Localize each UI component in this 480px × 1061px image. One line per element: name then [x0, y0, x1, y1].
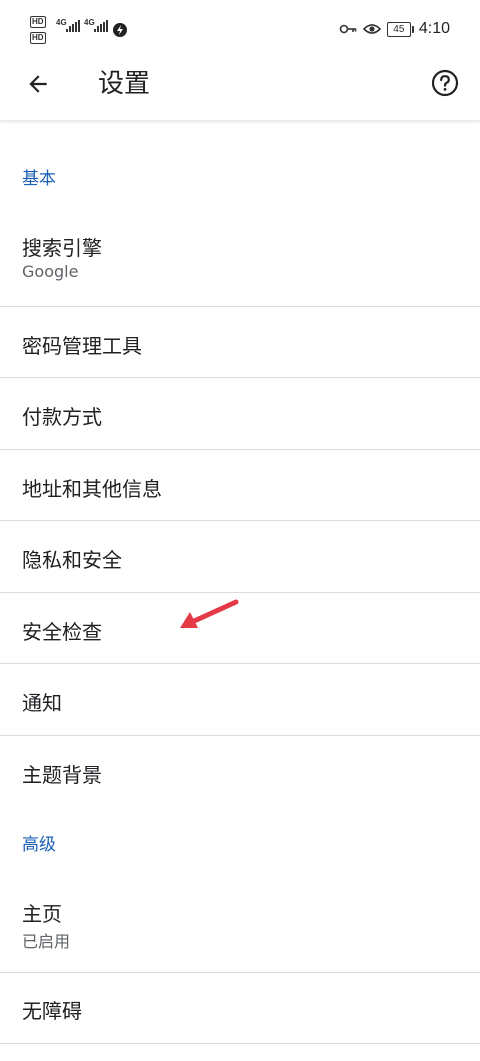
settings-item-title: 无障碍 [22, 999, 82, 1023]
arrow-back-icon [29, 75, 47, 93]
settings-item-homepage[interactable]: 主页 已启用 [0, 876, 480, 973]
settings-item-title: 主页 [22, 902, 62, 926]
help-circle-icon [431, 69, 459, 97]
settings-item-safety-check[interactable]: 安全检查 [0, 593, 480, 664]
settings-item-title: 通知 [22, 691, 62, 715]
settings-item-password-manager[interactable]: 密码管理工具 [0, 307, 480, 378]
section-header-advanced: 高级 [22, 835, 56, 855]
red-arrow-annotation [180, 599, 239, 628]
settings-item-title: 主题背景 [22, 763, 102, 787]
settings-item-title: 密码管理工具 [22, 334, 142, 358]
help-button[interactable] [428, 66, 462, 100]
vpn-key-icon [339, 24, 357, 34]
settings-item-summary: Google [22, 262, 79, 281]
settings-item-title: 隐私和安全 [22, 548, 122, 572]
settings-item-theme[interactable]: 主题背景 [0, 736, 480, 808]
hd-badge-2: HD [30, 32, 46, 44]
settings-item-privacy-security[interactable]: 隐私和安全 [0, 521, 480, 593]
settings-item-title: 付款方式 [22, 405, 102, 429]
settings-item-summary: 已启用 [22, 932, 71, 951]
eye-comfort-icon [362, 24, 381, 34]
app-bar: 设置 [0, 60, 480, 120]
settings-item-accessibility[interactable]: 无障碍 [0, 973, 480, 1044]
settings-item-search-engine[interactable]: 搜索引擎 Google [0, 210, 480, 307]
battery-icon: 45 [386, 21, 414, 37]
page-title: 设置 [98, 69, 151, 99]
signal-icon-2 [94, 20, 108, 32]
data-saver-icon [113, 23, 127, 37]
settings-item-notifications[interactable]: 通知 [0, 664, 480, 736]
section-header-basic: 基本 [22, 169, 56, 189]
settings-item-title: 安全检查 [22, 620, 102, 644]
status-left-icons: HD HD 4G 4G [30, 14, 140, 46]
back-button[interactable] [22, 68, 54, 100]
settings-item-title: 搜索引擎 [22, 236, 102, 260]
status-bar: HD HD 4G 4G 45 4:10 [0, 0, 480, 60]
hd-badge-1: HD [30, 16, 46, 28]
status-time: 4:10 [418, 20, 450, 37]
status-right-icons: 45 4:10 [339, 18, 450, 40]
settings-item-payment-methods[interactable]: 付款方式 [0, 378, 480, 450]
settings-item-addresses[interactable]: 地址和其他信息 [0, 450, 480, 521]
signal-icon [66, 20, 80, 32]
settings-item-title: 地址和其他信息 [22, 477, 162, 501]
